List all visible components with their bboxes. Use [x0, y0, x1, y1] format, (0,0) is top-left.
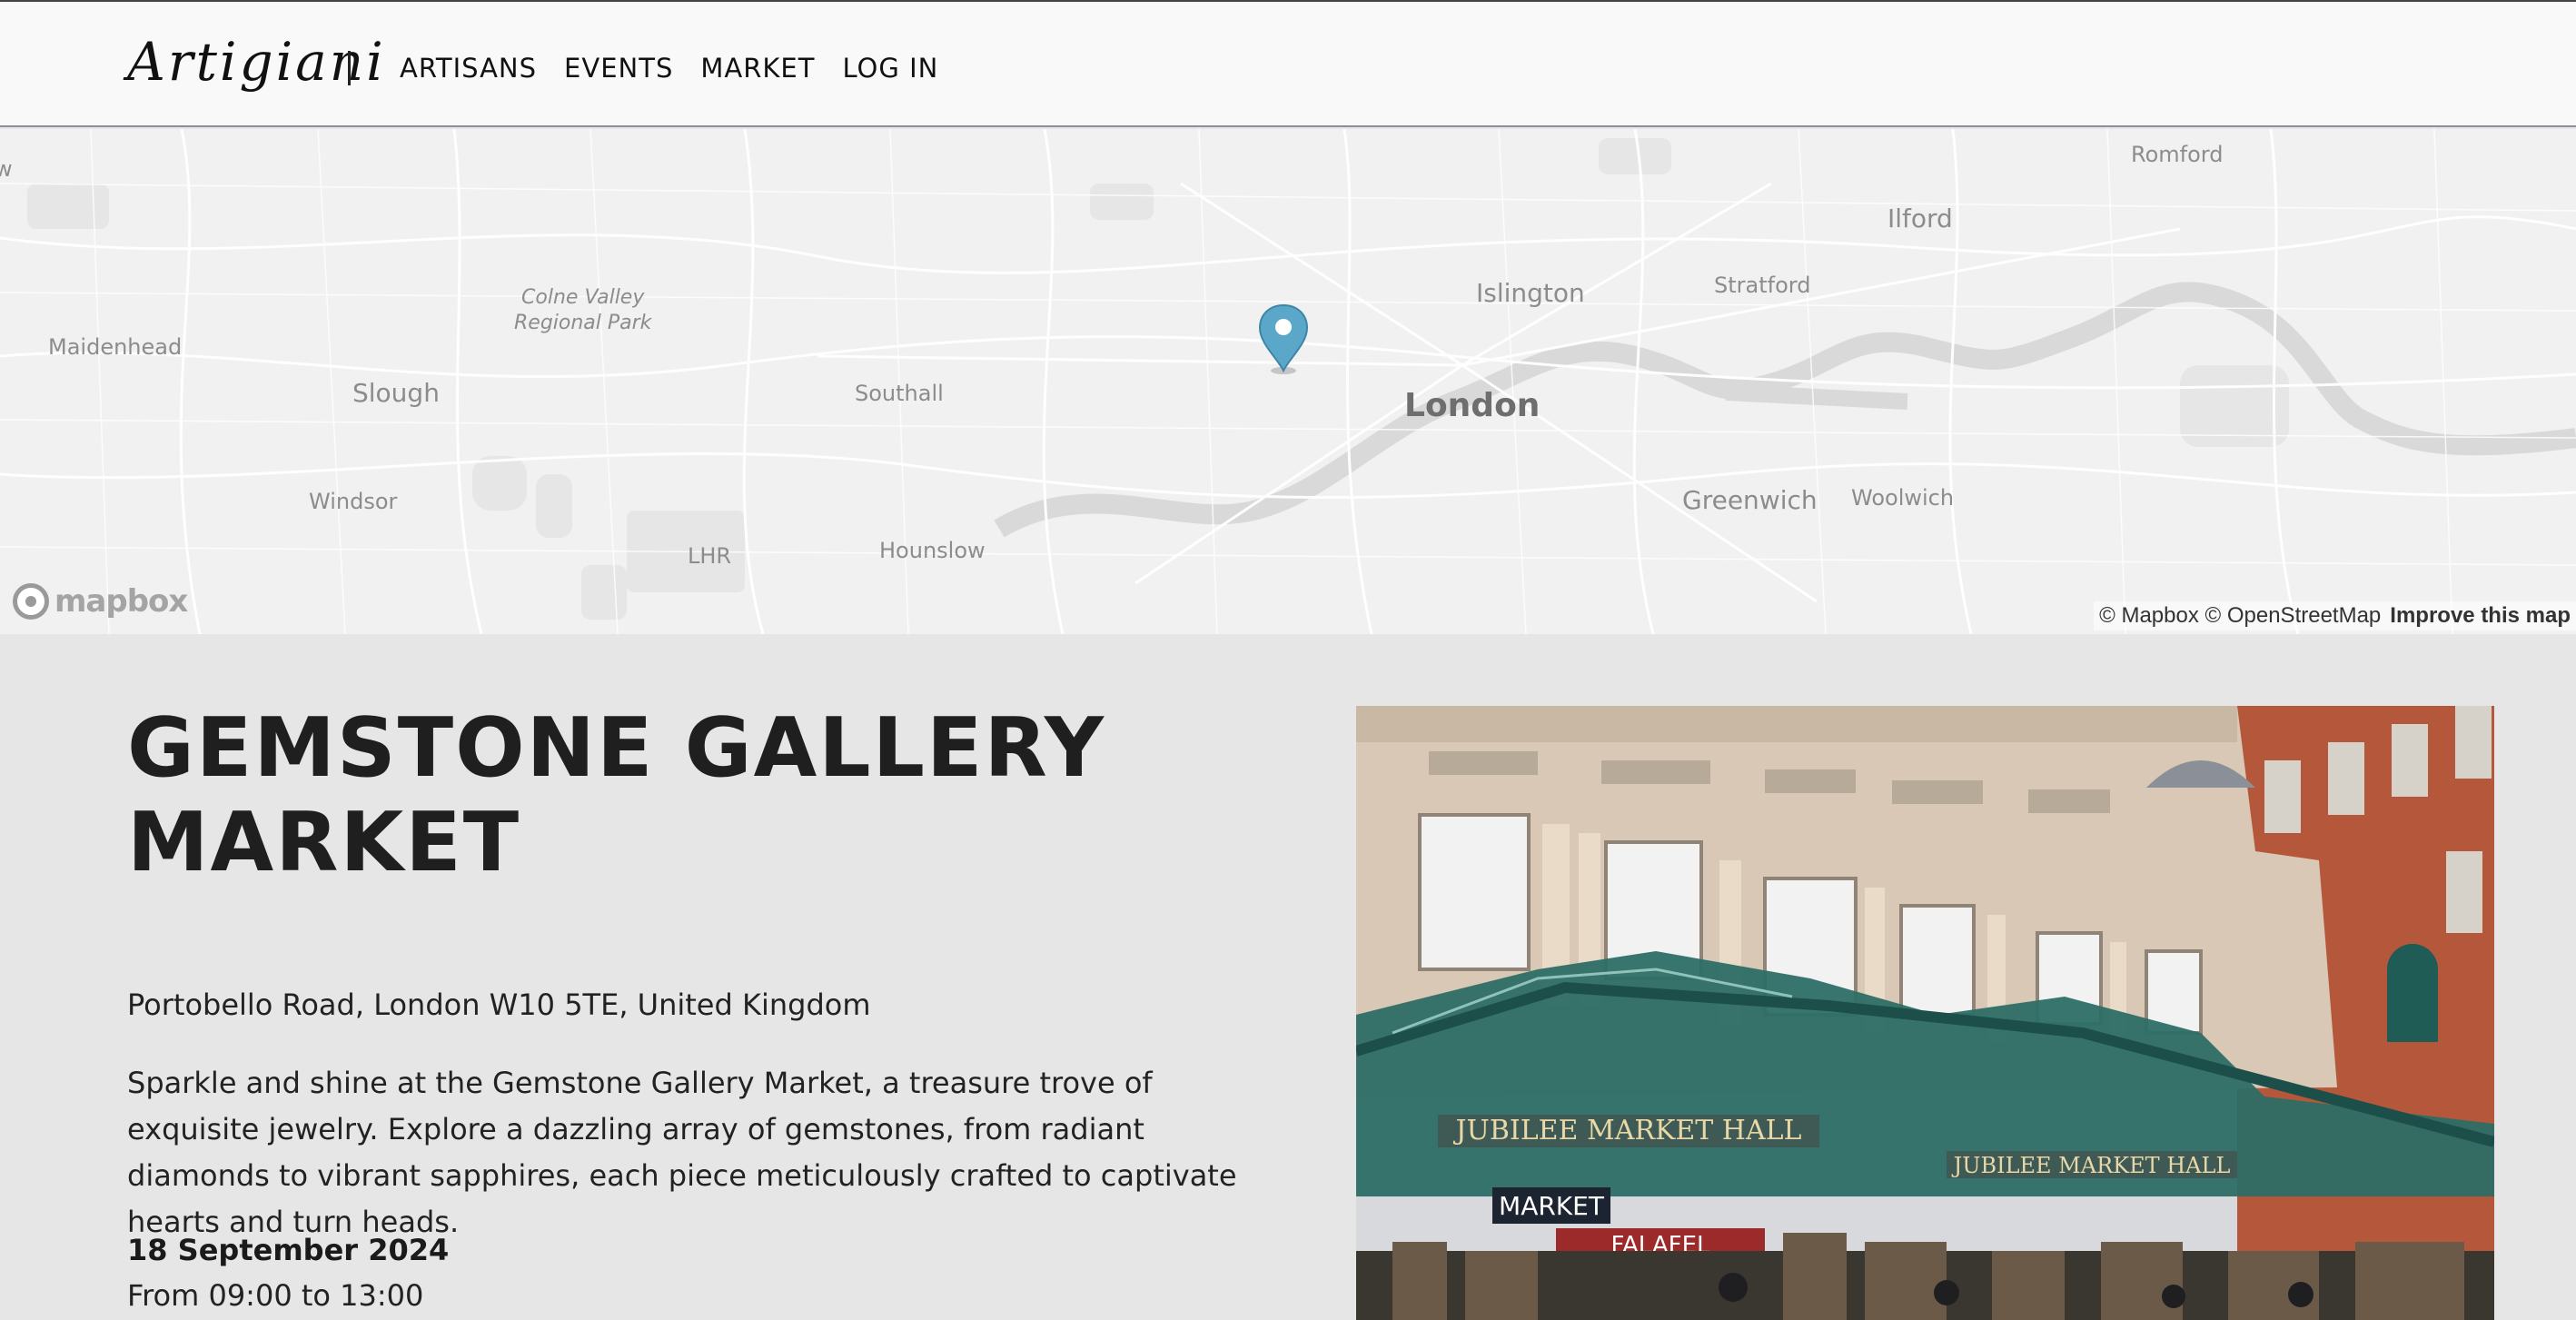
mapbox-logo[interactable]: mapbox — [13, 583, 188, 620]
location-pin-icon[interactable] — [1257, 303, 1310, 376]
map-label-maidenhead: Maidenhead — [48, 334, 183, 360]
map-label-southall: Southall — [855, 381, 944, 406]
map-label-windsor: Windsor — [309, 489, 398, 514]
logo-divider — [348, 51, 351, 85]
map-label-hounslow: Hounslow — [879, 538, 986, 563]
mapbox-logo-icon — [13, 583, 49, 620]
map-attribution-text[interactable]: © Mapbox © OpenStreetMap — [2099, 603, 2381, 628]
improve-map-link[interactable]: Improve this map — [2390, 603, 2571, 628]
jubilee-sign-2: JUBILEE MARKET HALL — [1951, 1153, 2231, 1178]
mapbox-logo-text: mapbox — [54, 583, 188, 620]
main-nav: ARTISANS EVENTS MARKET LOG IN — [400, 53, 938, 84]
market-sign: MARKET — [1499, 1191, 1605, 1221]
event-time: From 09:00 to 13:00 — [127, 1278, 424, 1313]
site-logo[interactable]: Artigiani — [127, 31, 386, 93]
event-address: Portobello Road, London W10 5TE, United … — [127, 988, 871, 1022]
nav-market[interactable]: MARKET — [700, 53, 815, 84]
event-photo: JUBILEE MARKET HALL JUBILEE MARKET HALL … — [1356, 706, 2494, 1320]
map-label-woolwich: Woolwich — [1851, 485, 1955, 511]
event-description: Sparkle and shine at the Gemstone Galler… — [127, 1066, 1237, 1239]
map-label-islington: Islington — [1476, 278, 1585, 308]
map-label-slough: Slough — [352, 378, 440, 408]
event-date: 18 September 2024 — [127, 1233, 450, 1267]
map-label-ilford: Ilford — [1887, 203, 1953, 233]
site-header: Artigiani ARTISANS EVENTS MARKET LOG IN — [0, 2, 2576, 127]
event-title: GEMSTONE GALLERY MARKET — [127, 700, 1106, 890]
map-label-stratford: Stratford — [1714, 273, 1811, 298]
nav-artisans[interactable]: ARTISANS — [400, 53, 537, 84]
map-label-london: London — [1404, 387, 1541, 424]
map-label-edge: w — [0, 156, 13, 182]
location-map[interactable]: Romford Ilford Islington Stratford Colne… — [0, 129, 2576, 634]
map-label-colne-line2: Regional Park — [514, 312, 652, 334]
map-label-greenwich: Greenwich — [1682, 485, 1818, 515]
map-label-lhr: LHR — [688, 543, 732, 569]
map-label-colne-line1: Colne Valley — [521, 286, 645, 309]
jubilee-sign-1: JUBILEE MARKET HALL — [1453, 1115, 1802, 1146]
nav-log-in[interactable]: LOG IN — [842, 53, 938, 84]
market-hall-illustration: JUBILEE MARKET HALL JUBILEE MARKET HALL … — [1356, 706, 2494, 1320]
map-label-romford: Romford — [2131, 142, 2224, 167]
nav-events[interactable]: EVENTS — [564, 53, 673, 84]
map-label-colne-valley: Colne Valley Regional Park — [514, 285, 651, 336]
map-attribution: © Mapbox © OpenStreetMap Improve this map — [2094, 601, 2576, 630]
